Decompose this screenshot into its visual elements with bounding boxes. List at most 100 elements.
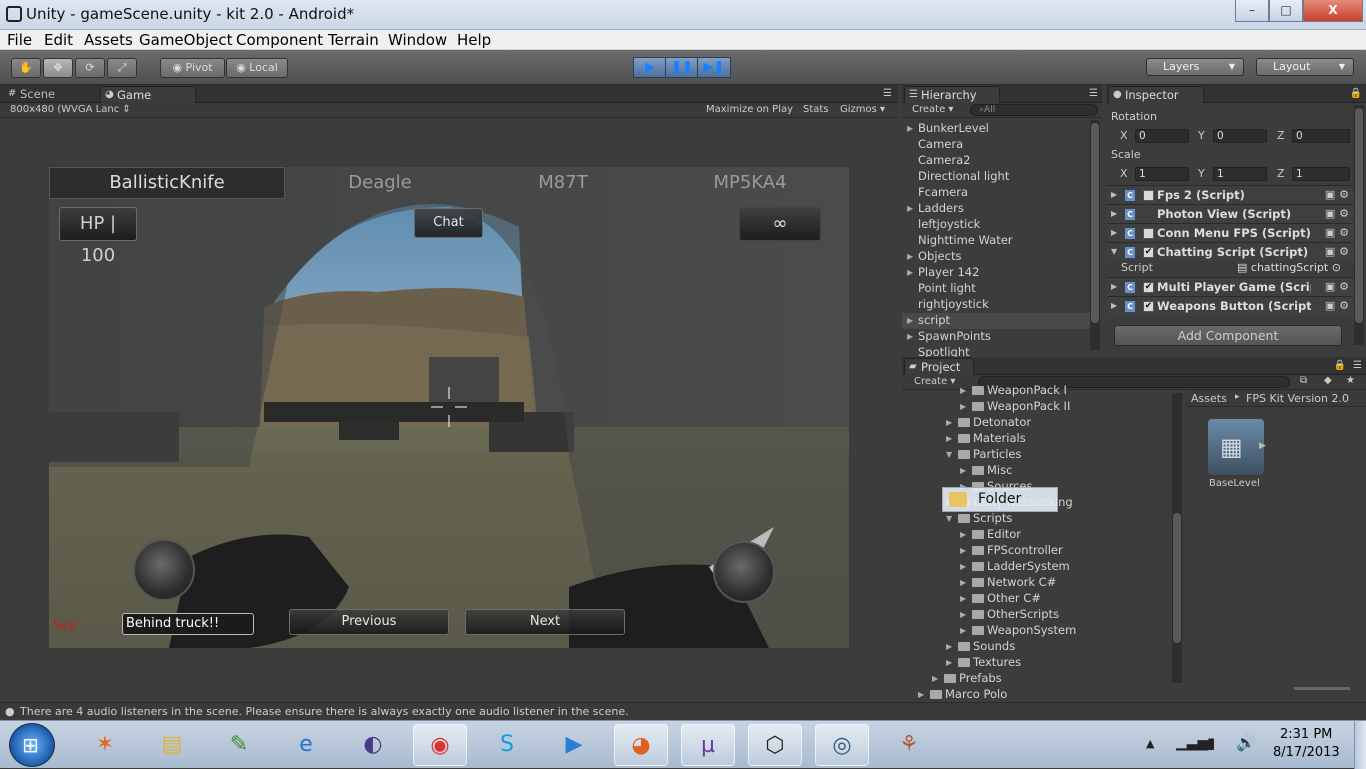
breadcrumb-fps-kit[interactable]: FPS Kit Version 2.0	[1246, 392, 1349, 405]
menu-terrain[interactable]: Terrain	[328, 31, 379, 49]
rotate-tool-button[interactable]: ⟳	[75, 58, 105, 78]
clock-date[interactable]: 8/17/2013	[1273, 745, 1340, 760]
hierarchy-item[interactable]: Camera	[902, 137, 1090, 153]
scale-x-field[interactable]: 1	[1135, 167, 1189, 181]
collapse-triangle-icon[interactable]: ▼	[1111, 243, 1117, 261]
expand-triangle-icon[interactable]: ▶	[960, 562, 966, 571]
hierarchy-item[interactable]: ▶ Player 142	[902, 265, 1090, 281]
show-hidden-icons-icon[interactable]: ▲	[1146, 737, 1154, 750]
project-folder-item[interactable]: ▶ FPScontroller	[960, 543, 1063, 557]
inspector-scrollbar[interactable]	[1354, 105, 1364, 345]
project-folder-item[interactable]: ▶ Materials	[946, 431, 1026, 445]
hierarchy-item[interactable]: Fcamera	[902, 185, 1090, 201]
hierarchy-item[interactable]: ▶ BunkerLevel	[902, 121, 1090, 137]
project-folder-item[interactable]: ▶ Prefabs	[932, 671, 1002, 685]
hierarchy-item[interactable]: leftjoystick	[902, 217, 1090, 233]
paint-taskbar-button[interactable]: ✶	[78, 724, 132, 766]
project-folder-item[interactable]: ▶ WeaponPack I	[960, 383, 1067, 397]
expand-triangle-icon[interactable]: ▶	[960, 466, 966, 475]
paint-palette-taskbar-button[interactable]: ⚘	[882, 724, 936, 766]
component-weapons-button[interactable]: ▶ C ✔ Weapons Button (Script) ▣ ⚙	[1107, 296, 1353, 315]
move-tool-button[interactable]: ✥	[43, 58, 73, 78]
play-button[interactable]: ▶	[633, 57, 667, 78]
project-folder-item[interactable]: ▶ WeaponPack II	[960, 399, 1070, 413]
project-folder-item[interactable]: ▼ Scripts	[946, 511, 1012, 525]
rotation-y-field[interactable]: 0	[1213, 129, 1267, 143]
scale-z-field[interactable]: 1	[1292, 167, 1350, 181]
add-component-button[interactable]: Add Component	[1114, 325, 1342, 346]
project-folder-item[interactable]: ▶ Other C#	[960, 591, 1041, 605]
menu-assets[interactable]: Assets	[84, 31, 133, 49]
hierarchy-item[interactable]: Nighttime Water	[902, 233, 1090, 249]
expand-triangle-icon[interactable]: ▶	[907, 204, 913, 213]
hierarchy-item[interactable]: ▶ Objects	[902, 249, 1090, 265]
project-create-dropdown[interactable]: Create ▾	[914, 376, 955, 387]
tab-project[interactable]: ▰ Project	[904, 358, 974, 375]
expand-triangle-icon[interactable]: ▶	[907, 332, 913, 341]
tab-game[interactable]: ◕ Game	[100, 86, 196, 103]
project-folder-item[interactable]: ▶ Misc	[960, 463, 1012, 477]
project-folder-item[interactable]: ▶ Marco Polo	[918, 687, 1007, 701]
expand-triangle-icon[interactable]: ▶	[946, 418, 952, 427]
hierarchy-item[interactable]: Point light	[902, 281, 1090, 297]
expand-triangle-icon[interactable]: ▶	[960, 594, 966, 603]
component-multi-player-game[interactable]: ▶ C ✔ Multi Player Game (Script) ▣ ⚙	[1107, 277, 1353, 296]
panel-menu-icon[interactable]: ☰	[883, 88, 892, 99]
menu-help[interactable]: Help	[457, 31, 491, 49]
explorer-taskbar-button[interactable]: ▤	[145, 724, 199, 766]
monodevelop-taskbar-button[interactable]: ◎	[815, 724, 869, 766]
menu-edit[interactable]: Edit	[44, 31, 73, 49]
pause-button[interactable]: ❚❚	[665, 57, 699, 78]
gear-icon[interactable]: ▣ ⚙	[1325, 205, 1349, 223]
hierarchy-create-dropdown[interactable]: Create ▾	[912, 104, 953, 115]
hierarchy-item[interactable]: ▶ script	[902, 313, 1090, 329]
project-folder-item[interactable]: ▶ LadderSystem	[960, 559, 1070, 573]
stats-toggle[interactable]: Stats	[803, 104, 829, 115]
volume-icon[interactable]: 🔊	[1236, 733, 1256, 752]
right-joystick[interactable]	[713, 541, 775, 603]
hierarchy-scrollbar[interactable]	[1090, 120, 1100, 350]
close-button[interactable]: X	[1303, 0, 1363, 22]
expand-triangle-icon[interactable]: ▶	[918, 690, 924, 699]
rotation-z-field[interactable]: 0	[1292, 129, 1350, 143]
project-folder-item[interactable]: ▶ OtherScripts	[960, 607, 1059, 621]
component-enabled-checkbox[interactable]	[1143, 190, 1154, 201]
expand-triangle-icon[interactable]: ▶	[960, 578, 966, 587]
left-joystick[interactable]	[133, 539, 195, 601]
previous-button[interactable]: Previous	[289, 609, 449, 635]
hierarchy-item[interactable]: ▶ Ladders	[902, 201, 1090, 217]
weapon-tab-mp5ka4[interactable]: MP5KA4	[651, 168, 849, 198]
chat-message-input[interactable]: Behind truck!!	[122, 613, 254, 635]
layout-dropdown[interactable]: Layout ▼	[1256, 58, 1354, 76]
resolution-dropdown[interactable]: 800x480 (WVGA Lanc ⇕	[10, 104, 131, 115]
menu-component[interactable]: Component	[236, 31, 323, 49]
expand-triangle-icon[interactable]: ▶	[946, 642, 952, 651]
panel-menu-icon[interactable]: ☰	[1089, 88, 1098, 99]
expand-triangle-icon[interactable]: ▶	[960, 626, 966, 635]
target-icon[interactable]: ⊙	[1332, 261, 1341, 274]
maximize-button[interactable]: □	[1269, 0, 1303, 22]
media-player-taskbar-button[interactable]: ▶	[547, 724, 601, 766]
status-bar[interactable]: ● There are 4 audio listeners in the sce…	[0, 702, 1366, 720]
expand-triangle-icon[interactable]: ▶	[1111, 205, 1117, 223]
expand-triangle-icon[interactable]: ▶	[960, 546, 966, 555]
tab-scene[interactable]: # Scene	[4, 86, 94, 103]
baselevel-asset-label[interactable]: BaseLevel	[1209, 478, 1260, 489]
hierarchy-search-input[interactable]: ⌕All	[970, 104, 1098, 116]
expand-triangle-icon[interactable]: ▶	[946, 658, 952, 667]
expand-triangle-icon[interactable]: ▶	[907, 316, 913, 325]
lock-icon[interactable]: 🔒	[1350, 88, 1362, 99]
gear-icon[interactable]: ▣ ⚙	[1325, 186, 1349, 204]
component-enabled-checkbox[interactable]	[1143, 228, 1154, 239]
gear-icon[interactable]: ▣ ⚙	[1325, 224, 1349, 242]
gear-icon[interactable]: ▣ ⚙	[1325, 278, 1349, 296]
chat-button[interactable]: Chat	[414, 208, 483, 238]
panel-menu-icon[interactable]: ☰	[1353, 360, 1362, 371]
project-folder-item[interactable]: ▼ Particles	[946, 447, 1021, 461]
start-button[interactable]: ⊞	[9, 723, 55, 767]
menu-gameobject[interactable]: GameObject	[139, 31, 233, 49]
expand-triangle-icon[interactable]: ▶	[960, 402, 966, 411]
notepad-taskbar-button[interactable]: ✎	[212, 724, 266, 766]
bittorrent-taskbar-button[interactable]: µ	[681, 724, 735, 766]
lock-icon[interactable]: 🔒	[1334, 360, 1346, 371]
